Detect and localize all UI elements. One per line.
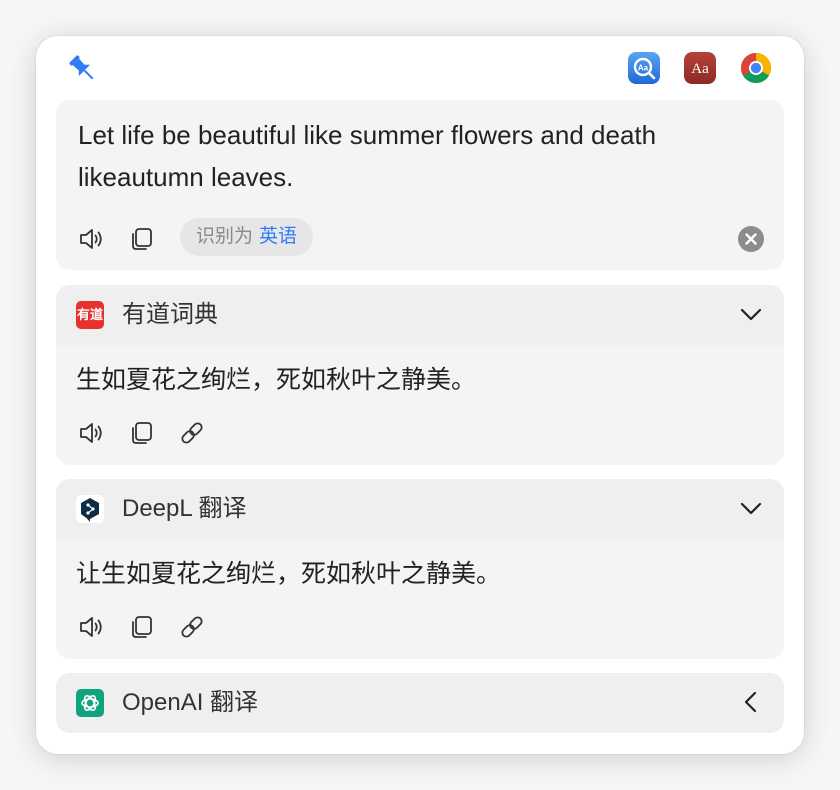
clear-icon[interactable] xyxy=(738,226,764,252)
service-header-youdao[interactable]: 有道 有道词典 xyxy=(56,285,784,345)
service-header-openai[interactable]: OpenAI 翻译 xyxy=(56,673,784,733)
chevron-down-icon[interactable] xyxy=(736,493,766,523)
source-input-card[interactable]: Let life be beautiful like summer flower… xyxy=(56,100,784,270)
chrome-icon[interactable] xyxy=(740,52,772,84)
result-card-openai: OpenAI 翻译 xyxy=(56,673,784,733)
result-card-deepl: DeepL 翻译 让生如夏花之绚烂，死如秋叶之静美。 xyxy=(56,479,784,659)
svg-text:Aa: Aa xyxy=(691,61,709,77)
copy-icon[interactable] xyxy=(126,611,158,643)
speaker-icon[interactable] xyxy=(76,223,108,255)
dictionary-app-icon[interactable]: Aa xyxy=(628,52,660,84)
service-name: OpenAI 翻译 xyxy=(122,689,259,716)
svg-text:Aa: Aa xyxy=(638,64,649,73)
service-name: DeepL 翻译 xyxy=(122,495,247,522)
service-name: 有道词典 xyxy=(122,301,218,328)
youdao-logo-icon: 有道 xyxy=(76,301,104,329)
detect-label: 识别为 xyxy=(196,226,254,247)
detected-language-badge[interactable]: 识别为 英语 xyxy=(180,218,314,256)
pin-icon[interactable] xyxy=(66,52,100,86)
service-header-deepl[interactable]: DeepL 翻译 xyxy=(56,479,784,539)
source-text[interactable]: Let life be beautiful like summer flower… xyxy=(78,114,758,198)
chevron-down-icon[interactable] xyxy=(736,299,766,329)
aa-dictionary-icon[interactable]: Aa xyxy=(684,52,716,84)
link-icon[interactable] xyxy=(176,417,208,449)
chevron-left-icon[interactable] xyxy=(736,687,766,717)
result-card-youdao: 有道 有道词典 生如夏花之绚烂，死如秋叶之静美。 xyxy=(56,285,784,465)
link-icon[interactable] xyxy=(176,611,208,643)
translation-result[interactable]: 生如夏花之绚烂，死如秋叶之静美。 xyxy=(76,363,476,397)
copy-icon[interactable] xyxy=(126,417,158,449)
speaker-icon[interactable] xyxy=(76,611,108,643)
translator-window: Aa Aa Let life be beautiful like summer … xyxy=(36,36,804,754)
detected-language[interactable]: 英语 xyxy=(259,226,297,247)
copy-icon[interactable] xyxy=(126,223,158,255)
speaker-icon[interactable] xyxy=(76,417,108,449)
translation-result[interactable]: 让生如夏花之绚烂，死如秋叶之静美。 xyxy=(76,557,501,591)
openai-logo-icon xyxy=(76,689,104,717)
deepl-logo-icon xyxy=(76,495,104,523)
